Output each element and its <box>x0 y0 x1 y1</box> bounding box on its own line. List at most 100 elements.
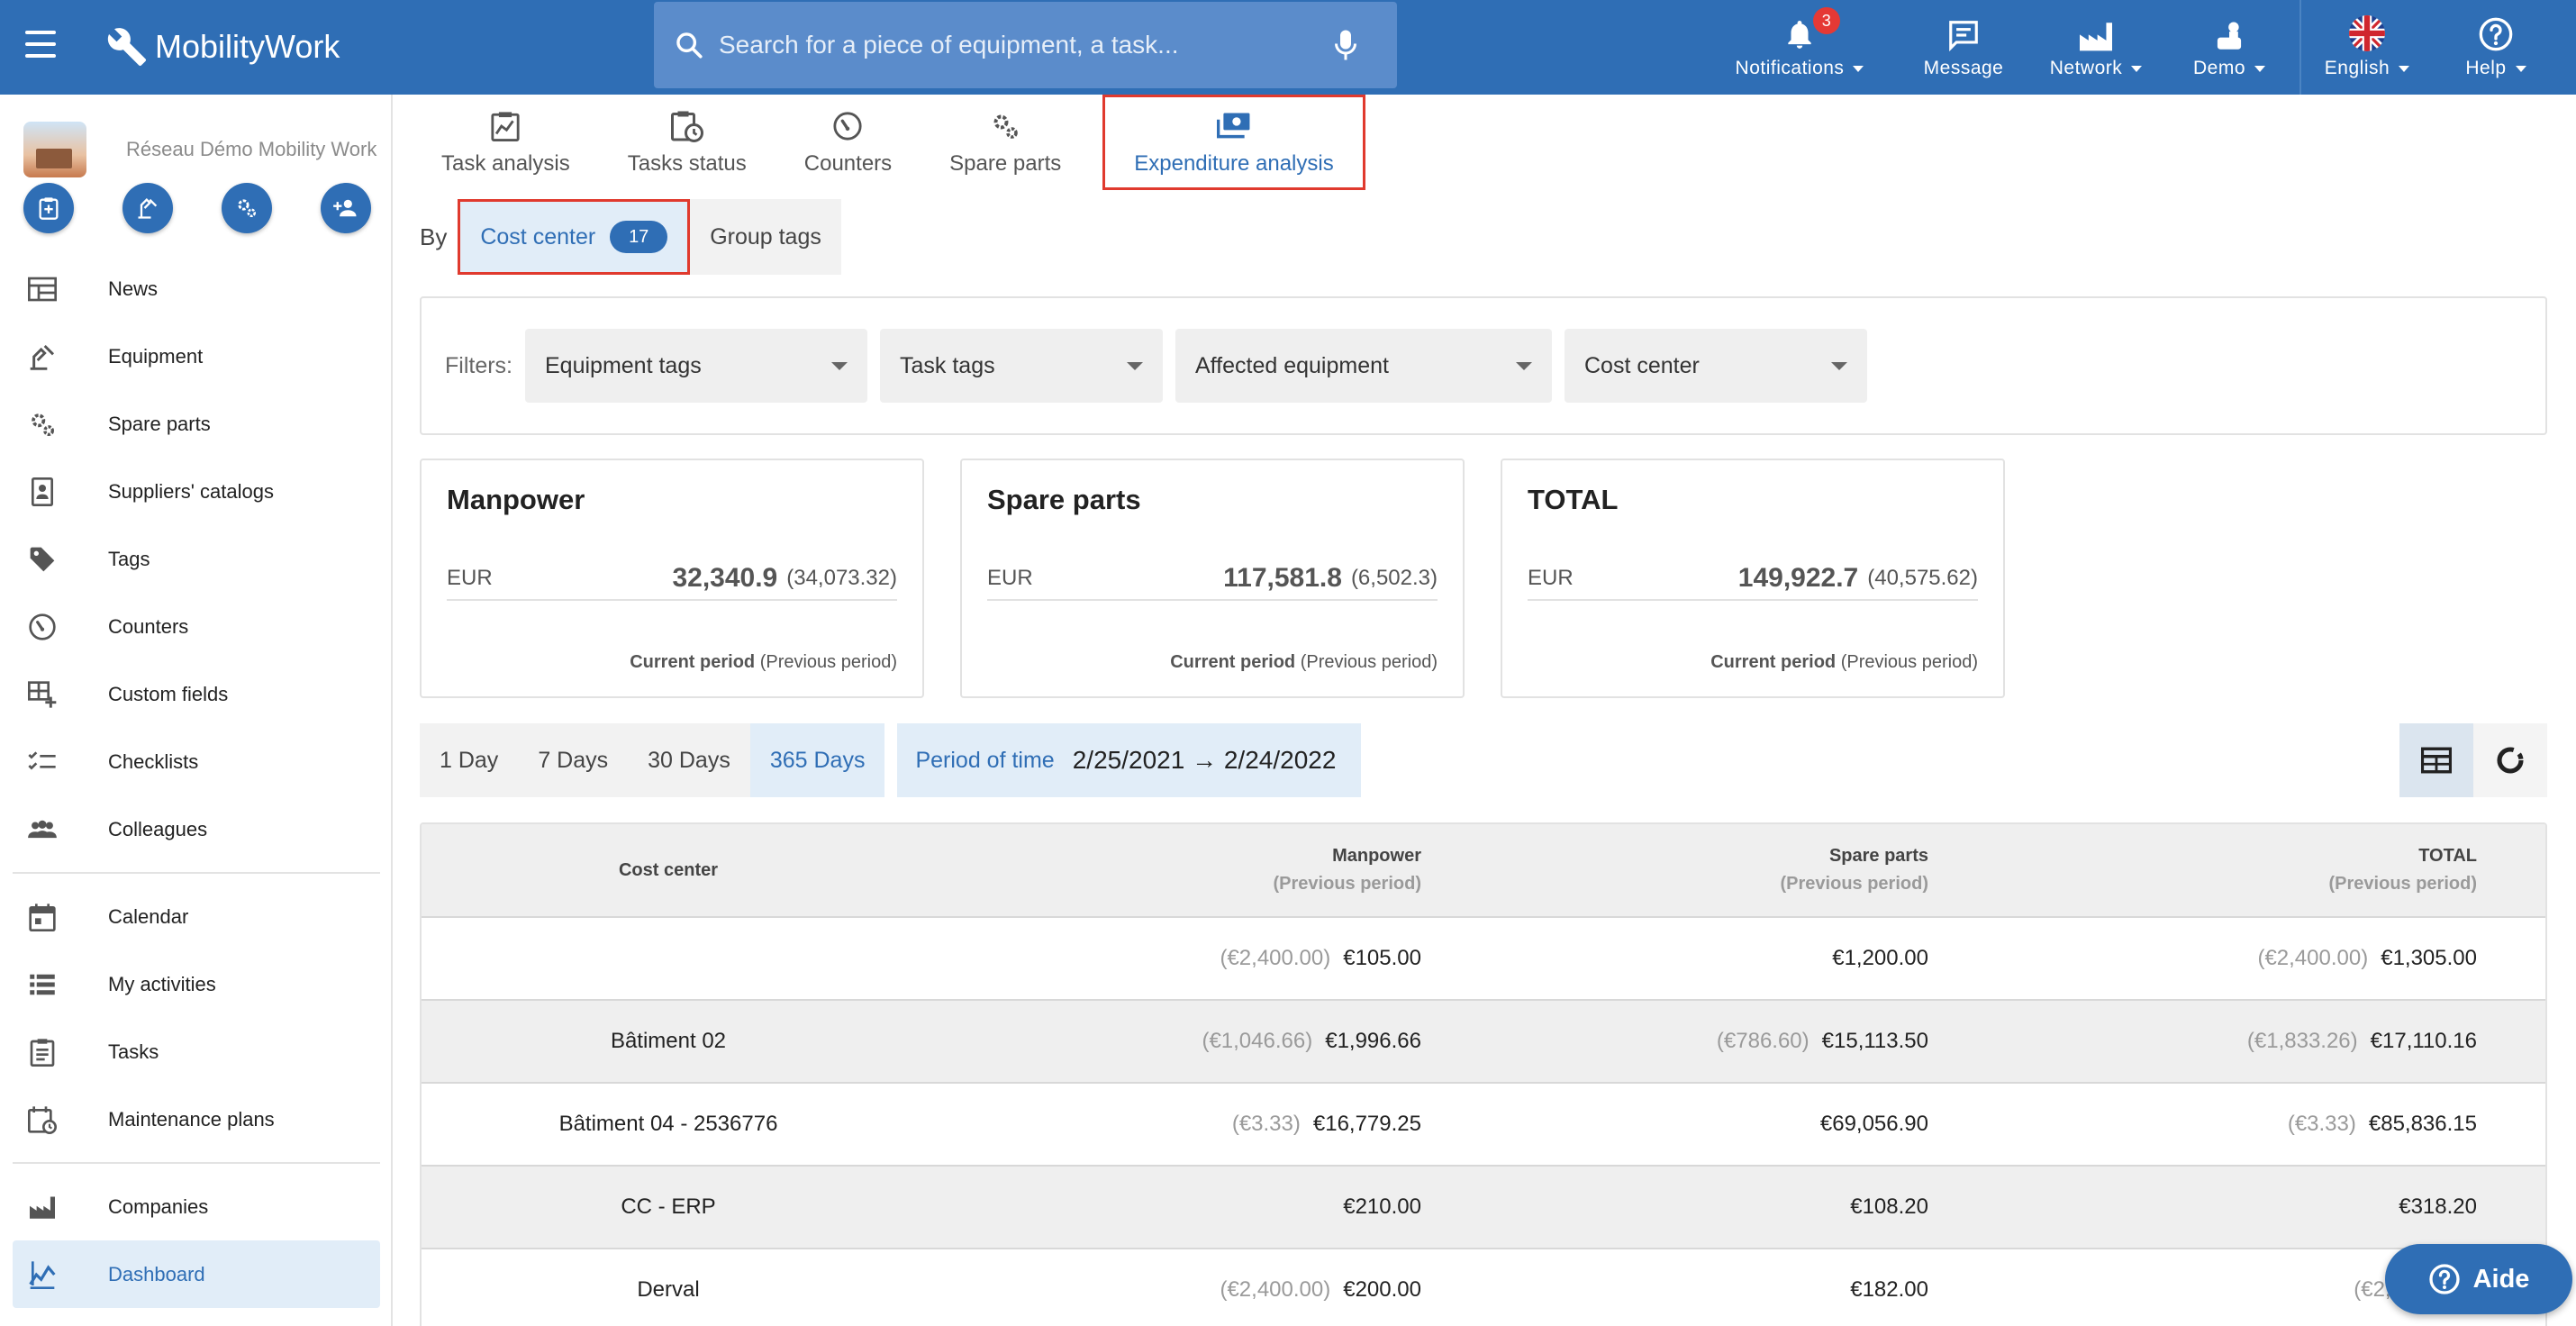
sidebar-item-maintenance-plans[interactable]: Maintenance plans <box>13 1085 380 1153</box>
sidebar-item-colleagues[interactable]: Colleagues <box>13 795 380 863</box>
add-task-button[interactable] <box>23 183 74 233</box>
cell-manpower: €210.00 <box>915 1167 1421 1248</box>
period-365-days[interactable]: 365 Days <box>749 723 885 797</box>
checklist-icon <box>28 750 56 770</box>
menu-icon[interactable] <box>25 31 61 63</box>
card-footnote: Current period (Previous period) <box>630 652 897 673</box>
microphone-icon[interactable] <box>1334 29 1357 61</box>
language-menu[interactable]: English <box>2313 9 2421 90</box>
column-cost-center[interactable]: Cost center <box>422 824 915 916</box>
add-equipment-button[interactable] <box>122 183 173 233</box>
sidebar-item-label: Companies <box>108 1194 209 1218</box>
sidebar-item-tags[interactable]: Tags <box>13 525 380 593</box>
tab-task-analysis[interactable]: Task analysis <box>413 95 599 190</box>
group-by-group-tags[interactable]: Group tags <box>690 199 841 275</box>
sidebar-item-custom-fields[interactable]: Custom fields <box>13 660 380 728</box>
sidebar-item-checklists[interactable]: Checklists <box>13 728 380 795</box>
filters-label: Filters: <box>445 352 512 378</box>
period-of-time-picker[interactable]: Period of time 2/25/2021 → 2/24/2022 <box>897 723 1362 797</box>
column-total[interactable]: TOTAL (Previous period) <box>1928 824 2477 916</box>
help-icon <box>2479 17 2513 51</box>
notifications-menu[interactable]: 3 Notifications <box>1728 7 1872 90</box>
dropdown-label: Cost center <box>1584 352 1700 378</box>
factory-icon <box>30 1196 55 1219</box>
sidebar-item-companies[interactable]: Companies <box>13 1173 380 1240</box>
sidebar-item-dashboard[interactable]: Dashboard <box>13 1240 380 1308</box>
period-of-time-value: 2/25/2021 → 2/24/2022 <box>1072 746 1337 774</box>
period-1-day[interactable]: 1 Day <box>420 723 519 797</box>
sidebar-item-label: Suppliers' catalogs <box>108 479 274 503</box>
menu-divider <box>13 872 380 874</box>
catalog-icon <box>32 477 53 506</box>
period-of-time-label: Period of time <box>915 747 1055 773</box>
column-manpower[interactable]: Manpower (Previous period) <box>915 824 1421 916</box>
card-foot-previous: (Previous period) <box>1840 652 1978 672</box>
cell-manpower: (€3.33) €16,779.25 <box>915 1084 1421 1165</box>
sidebar-item-equipment[interactable]: Equipment <box>13 322 380 390</box>
search-bar[interactable] <box>654 2 1397 88</box>
card-currency: EUR <box>447 566 493 590</box>
sidebar-item-suppliers-catalogs[interactable]: Suppliers' catalogs <box>13 458 380 525</box>
sidebar-item-news[interactable]: News <box>13 255 380 322</box>
equipment-icon <box>30 344 55 370</box>
help-menu[interactable]: Help <box>2446 9 2545 90</box>
sidebar-item-label: Colleagues <box>108 817 208 840</box>
group-by-cost-center[interactable]: Cost center 17 <box>458 199 691 275</box>
cell-previous: (€1,833.26) <box>2246 1029 2358 1053</box>
app-name: MobilityWork <box>155 28 340 65</box>
cell-current: €1,305.00 <box>2381 946 2477 970</box>
sidebar-item-calendar[interactable]: Calendar <box>13 883 380 950</box>
tab-counters[interactable]: Counters <box>776 95 921 190</box>
table-row[interactable]: CC - ERP €210.00 €108.20 €318.20 <box>422 1167 2545 1249</box>
table-row[interactable]: Bâtiment 02 (€1,046.66) €1,996.66 (€786.6… <box>422 1001 2545 1084</box>
tab-tasks-status[interactable]: Tasks status <box>599 95 776 190</box>
cell-previous: (€1,046.66) <box>1202 1029 1313 1053</box>
table-row[interactable]: (€2,400.00) €105.00 €1,200.00 (€2,400.00)… <box>422 918 2545 1001</box>
equipment-tags-filter[interactable]: Equipment tags <box>525 329 867 403</box>
sidebar-item-counters[interactable]: Counters <box>13 593 380 660</box>
cell-current: €69,056.90 <box>1819 1112 1928 1136</box>
cell-spare-parts: €182.00 <box>1421 1249 1928 1326</box>
affected-equipment-filter[interactable]: Affected equipment <box>1175 329 1552 403</box>
cell-previous: (€3.33) <box>1231 1112 1301 1136</box>
search-input[interactable] <box>719 31 1334 59</box>
cell-total: €318.20 <box>1928 1167 2477 1248</box>
column-spare-parts[interactable]: Spare parts (Previous period) <box>1421 824 1928 916</box>
chevron-down-icon <box>831 361 848 370</box>
card-title: TOTAL <box>1528 484 1619 515</box>
sidebar-item-my-activities[interactable]: My activities <box>13 950 380 1018</box>
network-menu[interactable]: Network <box>2037 9 2154 90</box>
cell-cost-center: Derval <box>637 1277 700 1302</box>
cell-previous: (€786.60) <box>1716 1029 1810 1053</box>
table-row[interactable]: Bâtiment 04 - 2536776 (€3.33) €16,779.25 … <box>422 1084 2545 1167</box>
card-currency: EUR <box>1528 566 1574 590</box>
card-previous-value: (40,575.62) <box>1867 566 1978 590</box>
tab-expenditure-analysis[interactable]: Expenditure analysis <box>1102 95 1365 190</box>
sidebar-item-tasks[interactable]: Tasks <box>13 1018 380 1085</box>
add-colleague-button[interactable] <box>321 183 371 233</box>
app-logo[interactable]: MobilityWork <box>106 20 340 74</box>
tab-spare-parts[interactable]: Spare parts <box>921 95 1090 190</box>
period-30-days[interactable]: 30 Days <box>628 723 750 797</box>
cell-current: €17,110.16 <box>2370 1029 2477 1053</box>
dropdown-label: Task tags <box>900 352 995 378</box>
message-menu[interactable]: Message <box>1909 9 2018 90</box>
cell-cost-center <box>422 918 915 999</box>
task-tags-filter[interactable]: Task tags <box>880 329 1163 403</box>
uk-flag-icon <box>2349 15 2385 51</box>
add-spare-part-button[interactable] <box>222 183 272 233</box>
sidebar-menu: News Equipment Spare parts Suppliers' ca… <box>13 255 380 1308</box>
cell-current: €1,996.66 <box>1325 1029 1421 1053</box>
aide-help-button[interactable]: Aide <box>2385 1244 2572 1314</box>
table-view-button[interactable] <box>2399 723 2473 797</box>
table-row[interactable]: Derval (€2,400.00) €200.00 €182.00 (€2,40… <box>422 1249 2545 1326</box>
nav-divider <box>2299 0 2301 95</box>
quick-actions <box>23 183 371 233</box>
dropdown-label: Equipment tags <box>545 352 702 378</box>
chart-view-button[interactable] <box>2473 723 2547 797</box>
demo-menu[interactable]: Demo <box>2180 9 2279 90</box>
period-7-days[interactable]: 7 Days <box>518 723 629 797</box>
sidebar-item-spare-parts[interactable]: Spare parts <box>13 390 380 458</box>
organization[interactable]: Réseau Démo Mobility Work <box>23 122 376 177</box>
cost-center-filter[interactable]: Cost center <box>1565 329 1867 403</box>
